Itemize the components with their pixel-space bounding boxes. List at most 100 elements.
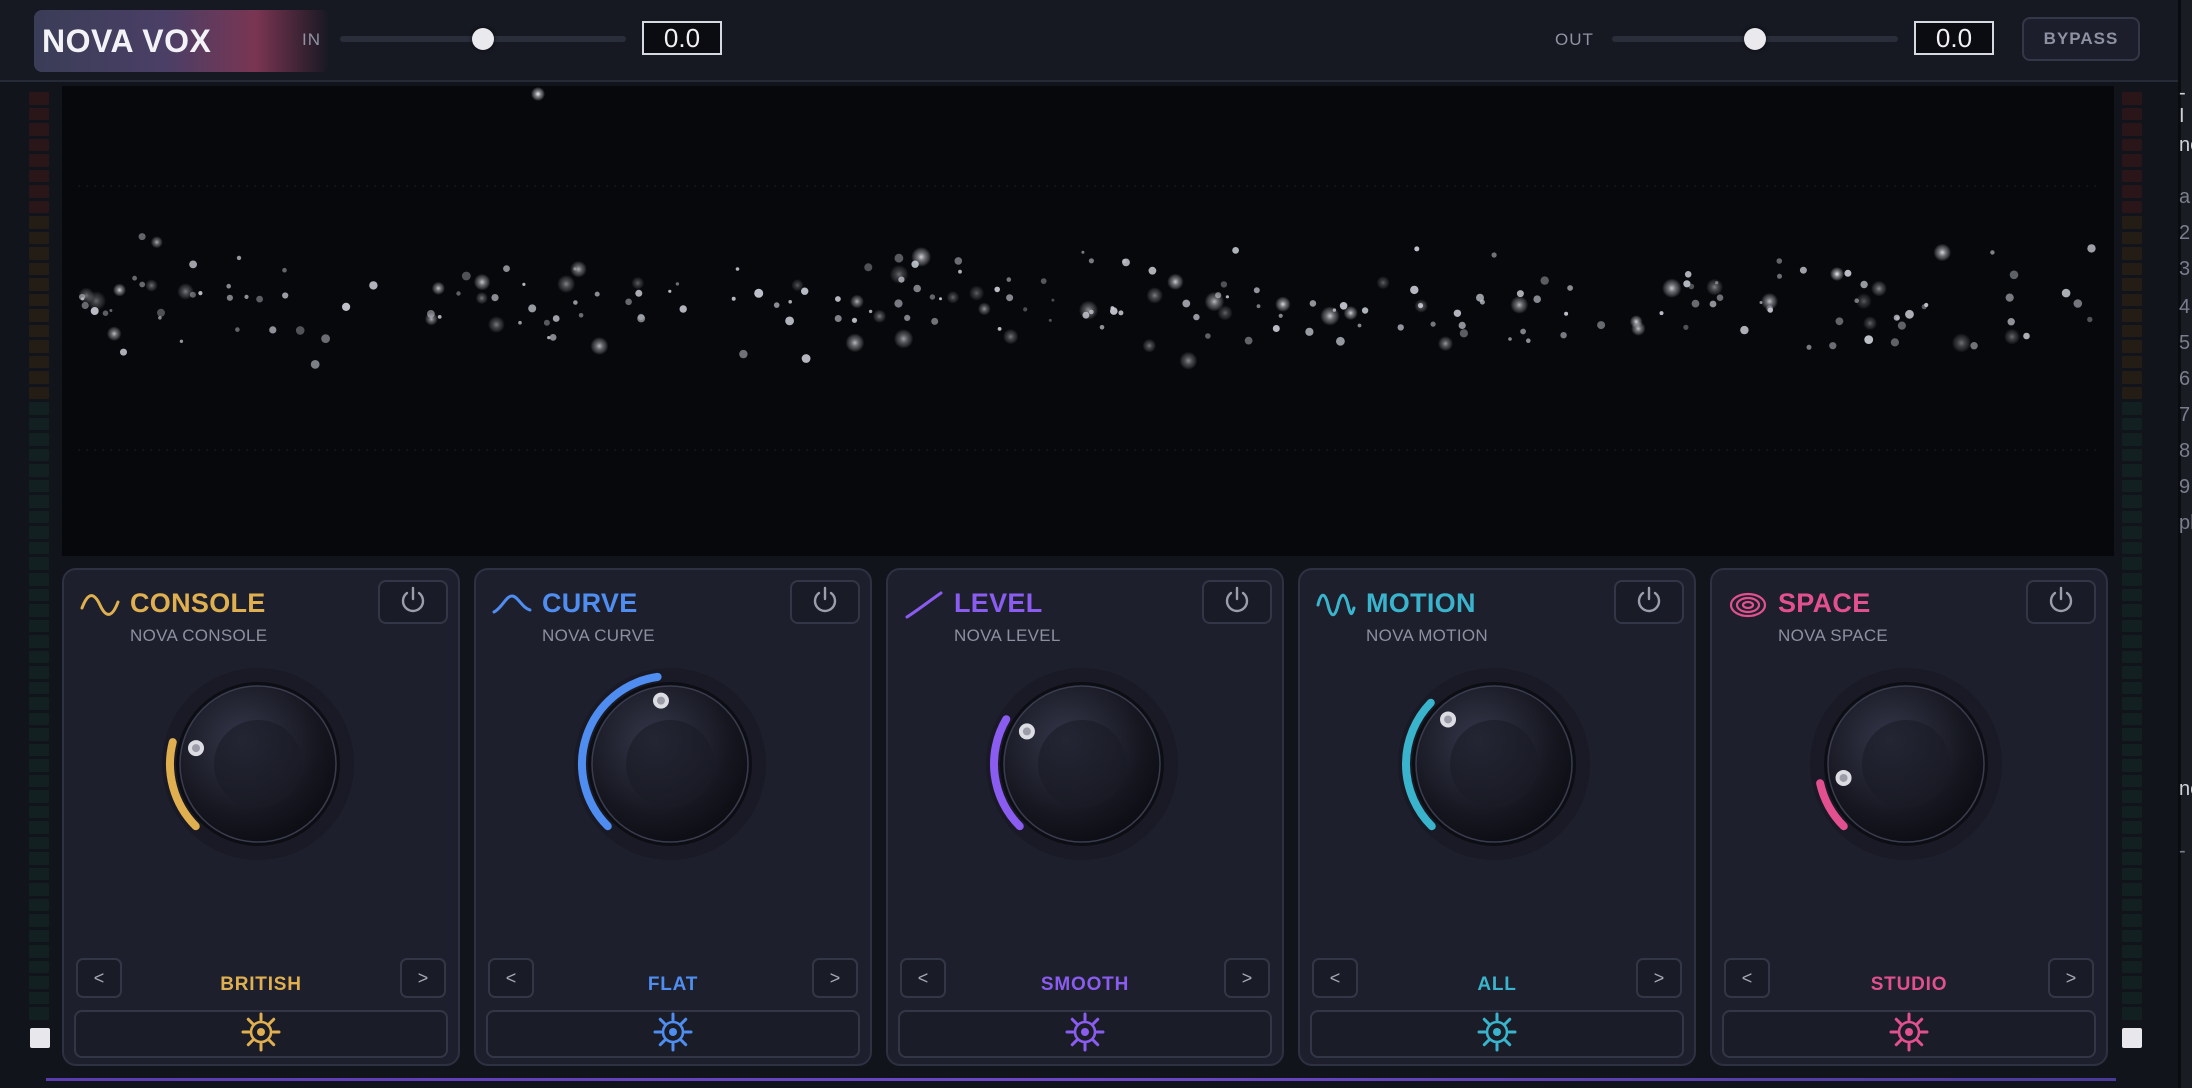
left-meter-reset-button[interactable] bbox=[30, 1028, 50, 1048]
curve-next-preset-button[interactable]: > bbox=[812, 958, 858, 998]
edge-text-fragment: - I bbox=[2179, 82, 2186, 127]
output-slider[interactable] bbox=[1612, 28, 1898, 50]
meter-segment bbox=[29, 604, 49, 617]
console-amount-knob[interactable] bbox=[158, 664, 358, 864]
particle bbox=[1659, 311, 1664, 316]
particle bbox=[547, 336, 551, 340]
particle bbox=[635, 289, 643, 297]
particle bbox=[739, 349, 748, 359]
particle bbox=[913, 284, 921, 293]
level-amount-knob[interactable] bbox=[982, 664, 1182, 864]
particle bbox=[1560, 332, 1567, 339]
meter-segment bbox=[29, 495, 49, 508]
motion-next-preset-button[interactable]: > bbox=[1636, 958, 1682, 998]
motion-amount-knob[interactable] bbox=[1394, 664, 1594, 864]
particle bbox=[1706, 278, 1723, 296]
particle bbox=[1336, 336, 1345, 346]
meter-segment bbox=[2122, 635, 2142, 648]
particle bbox=[1516, 290, 1524, 298]
level-power-button[interactable] bbox=[1202, 580, 1272, 624]
meter-segment bbox=[2122, 479, 2142, 493]
space-power-button[interactable] bbox=[2026, 580, 2096, 624]
particle bbox=[2061, 288, 2071, 298]
console-preset-name: BRITISH bbox=[220, 974, 302, 995]
particle bbox=[244, 294, 249, 299]
level-settings-button[interactable] bbox=[898, 1010, 1272, 1058]
meter-segment bbox=[29, 976, 49, 989]
particle bbox=[835, 296, 841, 302]
particle bbox=[2087, 316, 2093, 323]
particle bbox=[625, 298, 632, 306]
meter-segment bbox=[2122, 619, 2142, 633]
meter-segment bbox=[29, 650, 49, 664]
particle bbox=[369, 281, 378, 290]
output-value-field[interactable]: 0.0 bbox=[1914, 21, 1994, 55]
meter-segment bbox=[29, 945, 49, 958]
particle bbox=[931, 317, 939, 325]
power-icon bbox=[810, 585, 840, 620]
adjacent-window-edge bbox=[2178, 0, 2192, 1088]
meter-segment bbox=[2122, 448, 2142, 462]
particle bbox=[1305, 327, 1314, 336]
bypass-button[interactable]: BYPASS bbox=[2022, 17, 2140, 61]
edge-text-fragment: 2 bbox=[2179, 222, 2191, 244]
input-slider-thumb[interactable] bbox=[472, 28, 494, 50]
meter-segment bbox=[29, 417, 49, 431]
particle bbox=[2004, 328, 2020, 345]
particle bbox=[138, 233, 146, 241]
curve-settings-button[interactable] bbox=[486, 1010, 860, 1058]
particle bbox=[1048, 318, 1052, 322]
module-space: SPACE NOVA SPACE < STUDIO > bbox=[1710, 568, 2108, 1066]
power-icon bbox=[2046, 585, 2076, 620]
module-motion: MOTION NOVA MOTION < ALL > bbox=[1298, 568, 1696, 1066]
console-power-button[interactable] bbox=[378, 580, 448, 624]
meter-segment bbox=[29, 681, 49, 695]
meter-segment bbox=[2122, 340, 2142, 353]
level-next-preset-button[interactable]: > bbox=[1224, 958, 1270, 998]
particle bbox=[904, 314, 911, 321]
particle bbox=[1597, 321, 1606, 330]
meter-segment bbox=[2122, 588, 2142, 602]
particle bbox=[1806, 344, 1812, 350]
input-slider[interactable] bbox=[340, 28, 626, 50]
meter-segment bbox=[2122, 790, 2142, 803]
space-settings-button[interactable] bbox=[1722, 1010, 2096, 1058]
particle bbox=[543, 319, 550, 326]
particle bbox=[1361, 307, 1369, 314]
particle bbox=[637, 314, 646, 323]
console-next-preset-button[interactable]: > bbox=[400, 958, 446, 998]
meter-segment bbox=[2122, 247, 2142, 260]
output-slider-thumb[interactable] bbox=[1744, 28, 1766, 50]
curve-amount-knob[interactable] bbox=[570, 664, 770, 864]
space-next-preset-button[interactable]: > bbox=[2048, 958, 2094, 998]
meter-segment bbox=[29, 247, 49, 260]
particle bbox=[295, 326, 305, 335]
right-meter-reset-button[interactable] bbox=[2122, 1028, 2142, 1048]
meter-segment bbox=[29, 216, 49, 229]
particle bbox=[1740, 325, 1749, 335]
particle bbox=[282, 292, 289, 299]
curve-power-button[interactable] bbox=[790, 580, 860, 624]
particle bbox=[269, 326, 277, 334]
console-settings-button[interactable] bbox=[74, 1010, 448, 1058]
meter-segment bbox=[29, 914, 49, 927]
meter-segment bbox=[29, 821, 49, 834]
meter-segment bbox=[29, 293, 49, 307]
meter-segment bbox=[2122, 604, 2142, 617]
particle bbox=[1905, 309, 1914, 319]
space-amount-knob[interactable] bbox=[1806, 664, 2006, 864]
particle bbox=[1232, 247, 1239, 254]
particle bbox=[1099, 325, 1105, 330]
meter-segment bbox=[29, 743, 49, 757]
particle bbox=[2007, 318, 2015, 326]
motion-power-button[interactable] bbox=[1614, 580, 1684, 624]
particle bbox=[557, 275, 576, 293]
motion-settings-button[interactable] bbox=[1310, 1010, 1684, 1058]
meter-segment bbox=[29, 433, 49, 446]
meter-segment bbox=[2122, 169, 2142, 183]
particle bbox=[958, 269, 962, 274]
particle bbox=[731, 296, 736, 301]
meter-segment bbox=[29, 169, 49, 183]
particle bbox=[1520, 328, 1526, 335]
input-value-field[interactable]: 0.0 bbox=[642, 21, 722, 55]
